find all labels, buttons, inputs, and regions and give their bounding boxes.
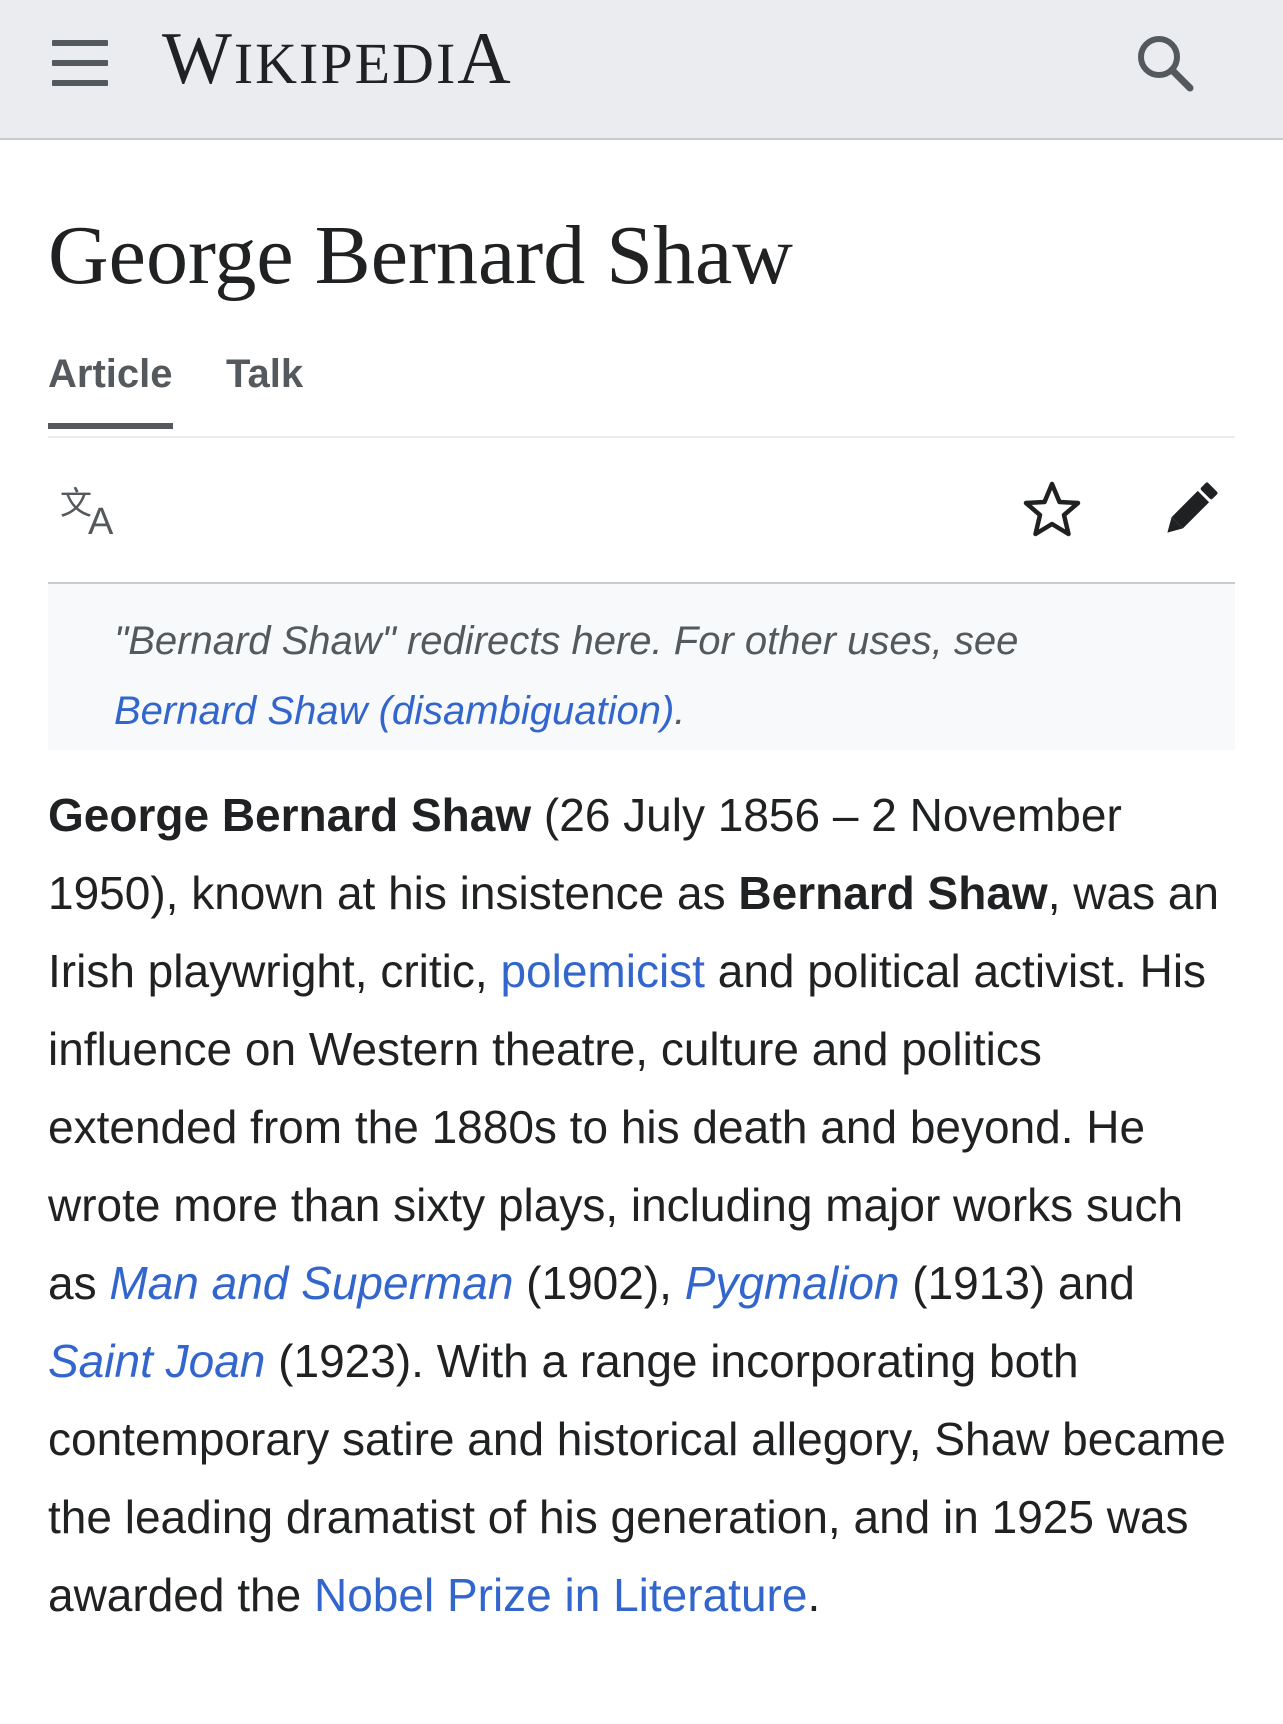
lead-text-3: and political activist. His influence on… <box>48 945 1207 1309</box>
lead-text-4: (1902), <box>513 1257 685 1309</box>
star-icon[interactable] <box>1020 478 1084 542</box>
page-title: George Bernard Shaw <box>48 209 793 302</box>
pencil-icon[interactable] <box>1158 478 1222 542</box>
saint-joan-label: Saint Joan <box>48 1335 266 1387</box>
logo-rest: IKIPEDI <box>233 31 458 96</box>
lead-text-5: (1913) and <box>899 1257 1135 1309</box>
page-tabs: Article Talk <box>48 352 1235 438</box>
language-icon[interactable]: 文 A <box>60 480 130 543</box>
svg-text:A: A <box>88 501 114 540</box>
man-and-superman-label: Man and Superman <box>109 1257 514 1309</box>
man-and-superman-link[interactable]: Man and Superman <box>109 1257 513 1309</box>
hatnote-text: "Bernard Shaw" redirects here. For other… <box>114 619 1019 663</box>
tab-article[interactable]: Article <box>48 352 173 429</box>
wikipedia-logo[interactable]: WIKIPEDIA <box>162 22 513 96</box>
hamburger-menu-icon[interactable] <box>52 40 108 86</box>
logo-final: A <box>457 18 513 100</box>
pygmalion-label: Pygmalion <box>684 1257 900 1309</box>
hatnote-redirect: "Bernard Shaw" redirects here. For other… <box>48 584 1235 750</box>
polemicist-link[interactable]: polemicist <box>500 945 705 997</box>
subject-alias: Bernard Shaw <box>738 867 1048 919</box>
subject-name: George Bernard Shaw <box>48 789 532 841</box>
lead-paragraph: George Bernard Shaw (26 July 1856 – 2 No… <box>48 776 1238 1634</box>
pygmalion-link[interactable]: Pygmalion <box>685 1257 900 1309</box>
logo-initial: W <box>162 18 234 100</box>
hatnote-end: . <box>674 689 686 733</box>
page-actions-bar: 文 A <box>48 438 1235 584</box>
search-icon[interactable] <box>1134 32 1196 94</box>
top-header: WIKIPEDIA <box>0 0 1283 140</box>
disambiguation-link[interactable]: Bernard Shaw (disambiguation) <box>114 689 674 733</box>
saint-joan-link[interactable]: Saint Joan <box>48 1335 265 1387</box>
lead-text-7: . <box>807 1569 821 1621</box>
tab-talk[interactable]: Talk <box>226 352 303 427</box>
nobel-prize-link[interactable]: Nobel Prize in Literature <box>314 1569 807 1621</box>
